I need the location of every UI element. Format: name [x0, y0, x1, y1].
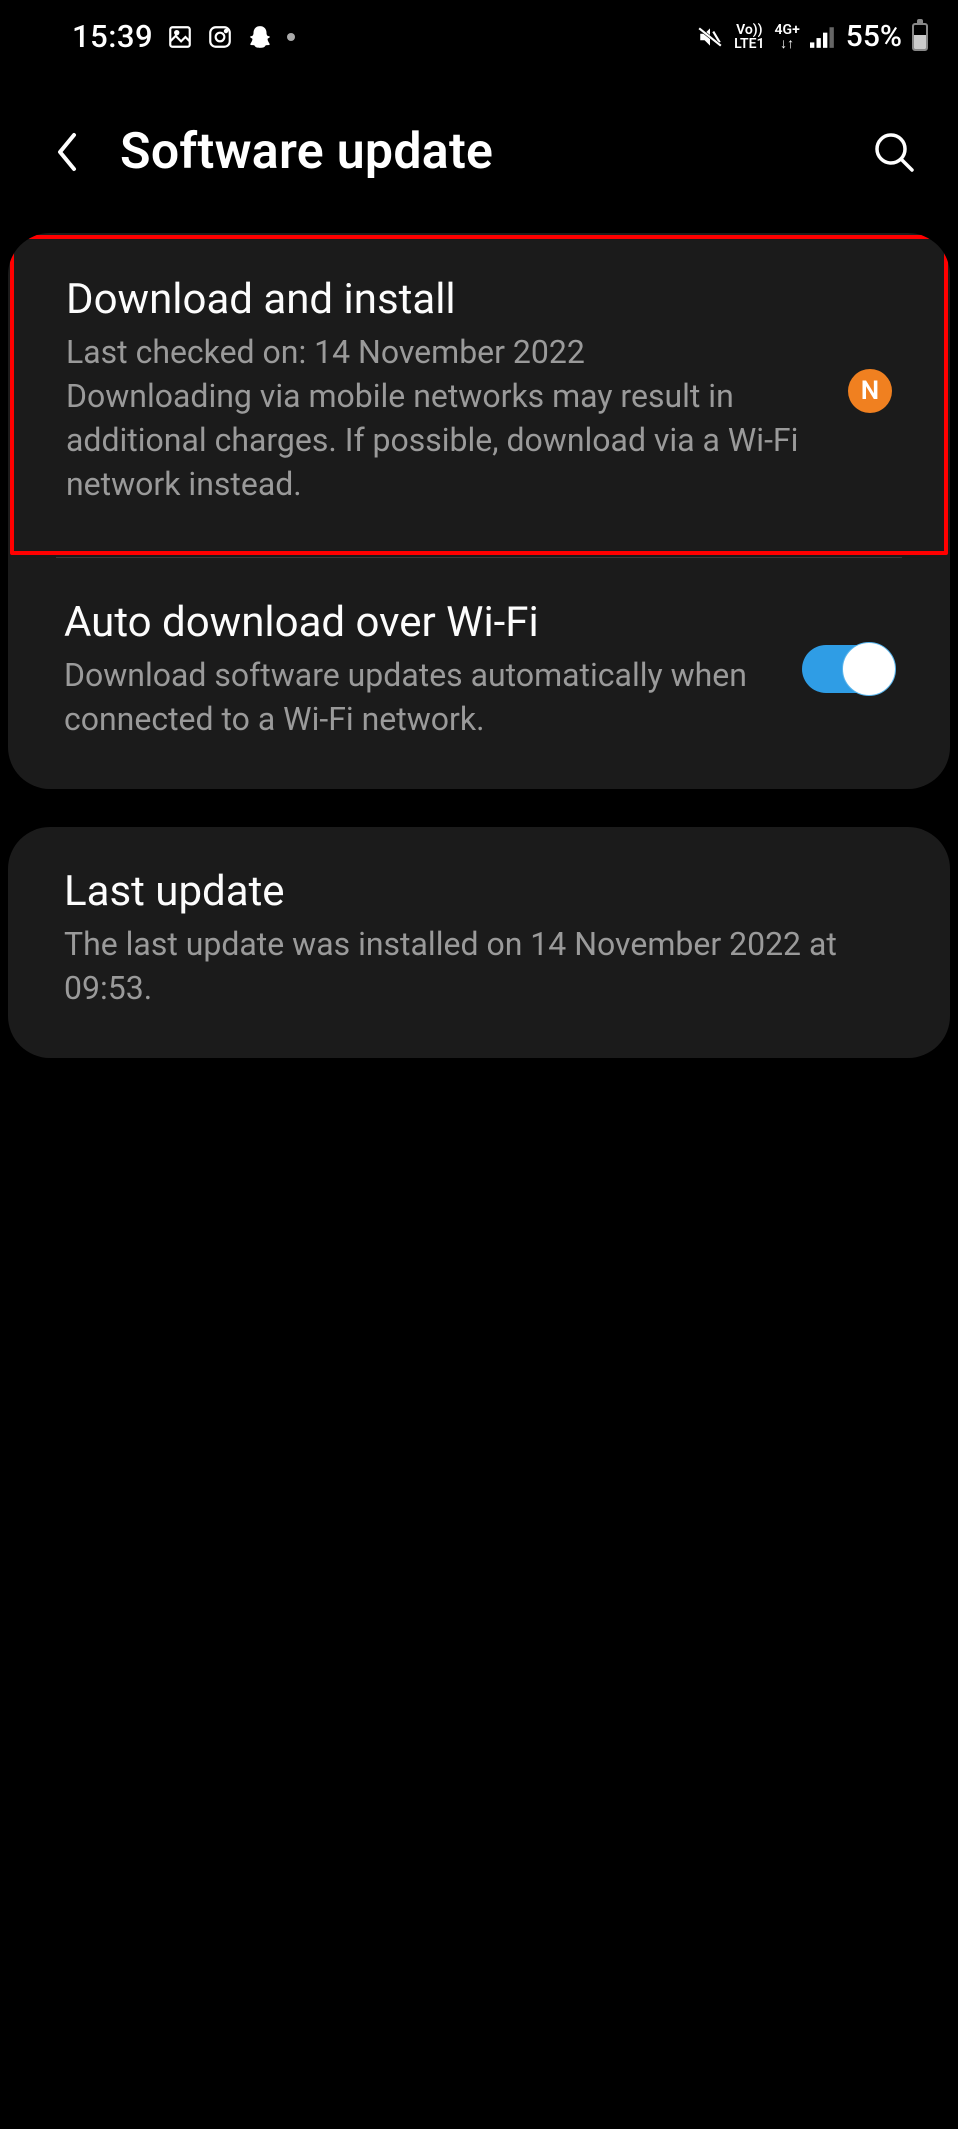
download-install-sub: Last checked on: 14 November 2022 Downlo…: [66, 330, 820, 507]
network-gen-indicator: 4G+ ↓↑: [775, 23, 800, 51]
last-update-item[interactable]: Last update The last update was installe…: [8, 827, 950, 1058]
status-right: Vo)) LTE1 4G+ ↓↑ 55%: [696, 19, 928, 54]
mute-icon: [696, 24, 724, 50]
battery-percent: 55%: [846, 19, 902, 54]
battery-icon: [912, 23, 928, 51]
auto-wifi-sub: Download software updates automatically …: [64, 653, 774, 741]
last-update-sub: The last update was installed on 14 Nove…: [64, 922, 894, 1010]
last-update-title: Last update: [64, 867, 894, 916]
signal-icon: [810, 26, 836, 48]
auto-download-wifi-item[interactable]: Auto download over Wi-Fi Download softwa…: [8, 558, 950, 789]
status-left: 15:39: [72, 18, 295, 55]
page-title: Software update: [120, 123, 832, 181]
snapchat-icon: [247, 23, 273, 51]
instagram-icon: [207, 24, 233, 50]
auto-wifi-toggle[interactable]: [802, 645, 894, 693]
auto-wifi-title: Auto download over Wi-Fi: [64, 598, 774, 647]
settings-card-1: Download and install Last checked on: 14…: [8, 233, 950, 789]
download-install-item[interactable]: Download and install Last checked on: 14…: [10, 235, 948, 555]
download-install-title: Download and install: [66, 275, 820, 324]
search-button[interactable]: [870, 128, 918, 176]
new-badge: N: [848, 369, 892, 413]
volte-indicator: Vo)) LTE1: [734, 23, 764, 51]
page-header: Software update: [0, 73, 958, 221]
status-time: 15:39: [72, 18, 153, 55]
status-bar: 15:39: [0, 0, 958, 73]
more-notifications-dot: [287, 33, 295, 41]
back-button[interactable]: [50, 128, 82, 176]
settings-card-2: Last update The last update was installe…: [8, 827, 950, 1058]
gallery-icon: [167, 24, 193, 50]
toggle-knob: [842, 642, 896, 696]
